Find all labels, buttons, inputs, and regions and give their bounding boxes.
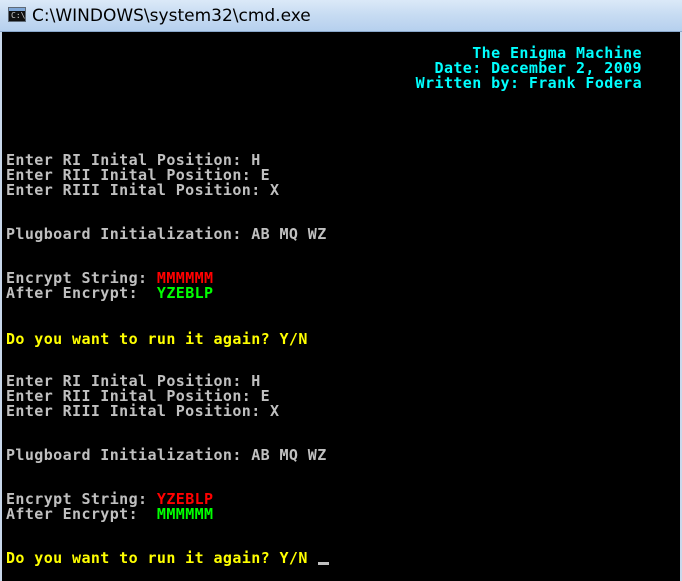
run1-again-prompt: Do you want to run it again? Y/N <box>6 330 308 348</box>
run1-after-line: After Encrypt: YZEBLP <box>6 286 214 301</box>
console-output[interactable]: The Enigma Machine Date: December 2, 200… <box>0 32 682 581</box>
run2-again-line[interactable]: Do you want to run it again? Y/N <box>6 551 329 566</box>
run1-after-label: After Encrypt: <box>6 284 157 302</box>
title-bar[interactable]: C:\ C:\WINDOWS\system32\cmd.exe <box>0 0 682 32</box>
cmd-icon[interactable]: C:\ <box>8 7 26 22</box>
text-cursor <box>317 562 329 565</box>
run2-after-line: After Encrypt: MMMMMM <box>6 507 214 522</box>
run1-rotor3-line: Enter RIII Inital Position: X <box>6 181 280 199</box>
header-author: Written by: Frank Fodera <box>415 74 642 92</box>
run2-after-value: MMMMMM <box>156 505 214 523</box>
cmd-icon-prompt: C:\ <box>11 11 26 20</box>
run2-again-prompt: Do you want to run it again? Y/N <box>6 549 308 567</box>
run1-after-value: YZEBLP <box>156 284 214 302</box>
cmd-window: C:\ C:\WINDOWS\system32\cmd.exe The Enig… <box>0 0 682 581</box>
run2-after-label: After Encrypt: <box>6 505 157 523</box>
run2-rotor3-line: Enter RIII Inital Position: X <box>6 402 280 420</box>
window-title: C:\WINDOWS\system32\cmd.exe <box>32 6 311 26</box>
run1-plugboard-line: Plugboard Initialization: AB MQ WZ <box>6 225 327 243</box>
run2-plugboard-line: Plugboard Initialization: AB MQ WZ <box>6 446 327 464</box>
